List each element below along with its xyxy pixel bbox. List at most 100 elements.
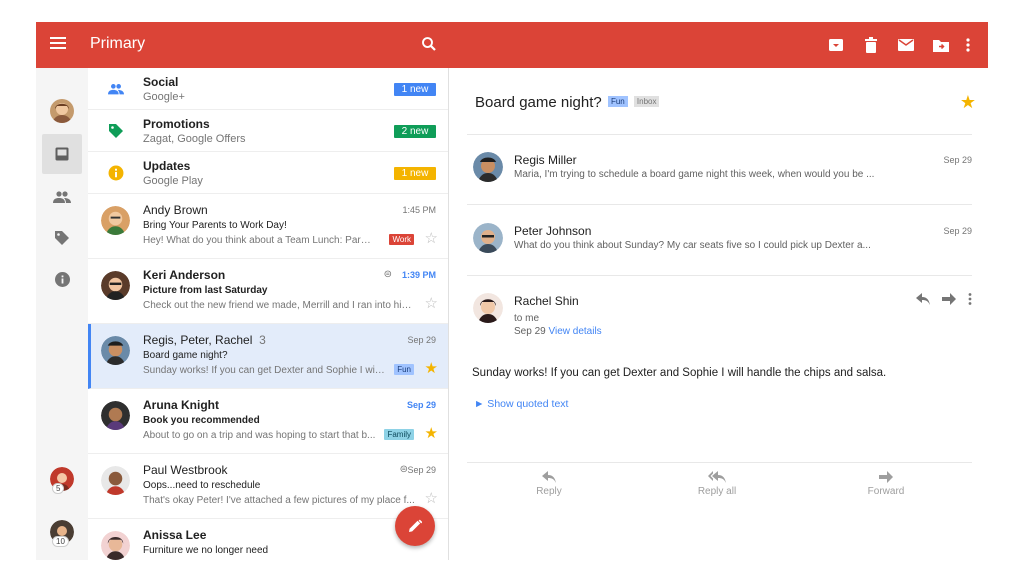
inbox-icon[interactable]: [42, 134, 82, 174]
new-count-badge: 1 new: [394, 83, 436, 96]
delete-icon[interactable]: [853, 34, 888, 56]
star-icon[interactable]: ★: [960, 92, 976, 113]
category-social[interactable]: Social Google+ 1 new: [88, 68, 448, 110]
more-vert-icon[interactable]: [958, 34, 978, 56]
reply-all-button[interactable]: Reply all: [682, 471, 752, 497]
top-app-bar: Primary: [36, 22, 988, 68]
more-vert-icon[interactable]: [968, 292, 972, 310]
forward-button[interactable]: Forward: [851, 471, 921, 497]
label-chip-fun[interactable]: Fun: [607, 96, 628, 107]
mail-date: Sep 29: [406, 400, 436, 410]
reply-actions: Reply Reply all Forward: [467, 461, 972, 511]
account-avatar-secondary[interactable]: 5: [42, 459, 82, 499]
label-tag: Fun: [394, 364, 414, 375]
mail-snippet: That's okay Peter! I've attached a few p…: [143, 495, 415, 506]
message-date: Sep 29: [943, 226, 972, 236]
message-actions: [916, 292, 972, 310]
star-icon[interactable]: ★: [425, 361, 438, 376]
reply-icon[interactable]: [916, 292, 930, 310]
mail-date: 1:39 PM: [401, 270, 436, 280]
info-icon[interactable]: [42, 259, 82, 299]
message-date: Sep 29: [943, 155, 972, 165]
star-icon[interactable]: ☆: [425, 491, 438, 506]
list-item[interactable]: Anissa Lee Furniture we no longer need: [88, 519, 448, 560]
sender-name: Rachel Shin: [514, 294, 579, 308]
attachment-icon: ⊜: [383, 269, 392, 280]
app-window: Primary 5 10 Social Google+ 1 new Promot…: [36, 22, 988, 560]
sender-name: Peter Johnson: [514, 224, 592, 238]
message-preview: What do you think about Sunday? My car s…: [514, 240, 871, 251]
avatar: [101, 466, 130, 495]
divider: [467, 134, 972, 135]
reading-pane: Board game night? Fun Inbox ★ Regis Mill…: [449, 68, 988, 560]
avatar: [101, 271, 130, 300]
sender-names: Regis, Peter, Rachel 3: [143, 333, 266, 347]
avatar: [473, 223, 503, 253]
category-sources: Google Play: [143, 175, 203, 187]
unread-count-badge: 10: [52, 536, 69, 547]
label-chip-inbox[interactable]: Inbox: [633, 96, 660, 107]
avatar: [473, 152, 503, 182]
sender-name: Andy Brown: [143, 203, 208, 217]
archive-icon[interactable]: [818, 34, 853, 56]
label-tag: Work: [389, 234, 414, 245]
star-icon[interactable]: ☆: [425, 296, 438, 311]
sender-name: Anissa Lee: [143, 528, 207, 542]
list-item-selected[interactable]: Regis, Peter, Rachel 3 Sep 29 Board game…: [88, 324, 448, 389]
sender-name: Keri Anderson: [143, 268, 226, 282]
menu-icon[interactable]: [50, 37, 66, 51]
page-title: Primary: [90, 35, 146, 52]
list-item[interactable]: Aruna Knight Sep 29 Book you recommended…: [88, 389, 448, 454]
account-avatar-tertiary[interactable]: 10: [42, 512, 82, 552]
list-item[interactable]: Keri Anderson ⊜ 1:39 PM Picture from las…: [88, 259, 448, 324]
message-preview: Maria, I'm trying to schedule a board ga…: [514, 169, 875, 180]
reply-all-icon: [708, 471, 726, 483]
category-sources: Zagat, Google Offers: [143, 133, 246, 145]
compose-button[interactable]: [395, 506, 435, 546]
people-icon: [108, 84, 124, 95]
mail-date: 1:45 PM: [402, 205, 436, 215]
avatar: [101, 531, 130, 560]
search-icon[interactable]: [420, 35, 438, 53]
recipient-line: to me: [514, 313, 540, 324]
reply-label: Reply: [536, 486, 562, 497]
category-name: Promotions: [143, 117, 210, 131]
reply-button[interactable]: Reply: [514, 471, 584, 497]
star-icon[interactable]: ☆: [425, 231, 438, 246]
mail-date: Sep 29: [407, 465, 436, 475]
people-icon[interactable]: [42, 177, 82, 217]
category-name: Social: [143, 75, 179, 89]
mail-list: Social Google+ 1 new Promotions Zagat, G…: [88, 68, 449, 560]
show-quoted-text-link[interactable]: ► Show quoted text: [474, 398, 568, 410]
move-to-folder-icon[interactable]: [923, 34, 958, 56]
star-icon[interactable]: ★: [425, 426, 438, 441]
mail-date: Sep 29: [407, 335, 436, 345]
category-promotions[interactable]: Promotions Zagat, Google Offers 2 new: [88, 110, 448, 152]
category-updates[interactable]: Updates Google Play 1 new: [88, 152, 448, 194]
new-count-badge: 2 new: [394, 125, 436, 138]
label-tag: Family: [384, 429, 414, 440]
mail-snippet: Hey! What do you think about a Team Lunc…: [143, 235, 375, 246]
forward-label: Forward: [867, 486, 905, 497]
new-count-badge: 1 new: [394, 167, 436, 180]
view-details-link[interactable]: View details: [548, 326, 601, 337]
forward-icon[interactable]: [942, 292, 956, 310]
tag-icon: [109, 124, 123, 138]
list-item[interactable]: Paul Westbrook ⊜ Sep 29 Oops...need to r…: [88, 454, 448, 519]
avatar: [101, 206, 130, 235]
mail-subject: Bring Your Parents to Work Day!: [143, 220, 287, 231]
reply-icon: [542, 471, 556, 483]
reply-all-label: Reply all: [697, 486, 737, 497]
list-item[interactable]: Andy Brown 1:45 PM Bring Your Parents to…: [88, 194, 448, 259]
forward-icon: [879, 471, 893, 483]
sender-name: Paul Westbrook: [143, 463, 228, 477]
label-tag-icon[interactable]: [42, 218, 82, 258]
mail-subject: Furniture we no longer need: [143, 545, 269, 556]
divider: [467, 204, 972, 205]
sender-name: Aruna Knight: [143, 398, 219, 412]
thread-title: Board game night? Fun Inbox: [475, 94, 660, 111]
mail-subject: Oops...need to reschedule: [143, 480, 261, 491]
avatar: [473, 293, 503, 323]
mail-icon[interactable]: [888, 34, 923, 56]
account-avatar[interactable]: [42, 91, 82, 131]
